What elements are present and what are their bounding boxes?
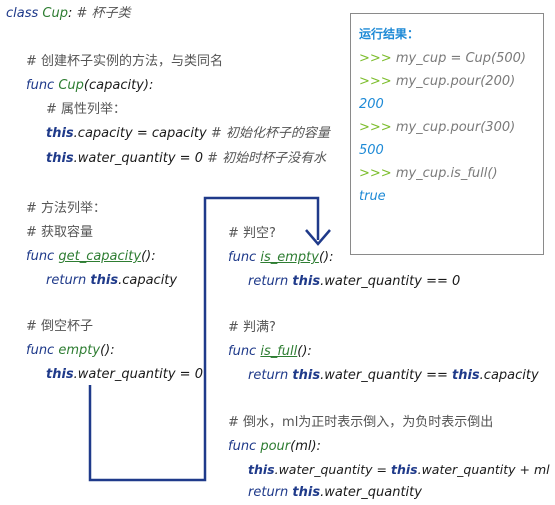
statement: .capacity <box>479 368 539 383</box>
pour-comment: # 倒水，ml为正时表示倒入，为负时表示倒出 <box>228 415 494 430</box>
prompt-marker: >>> <box>359 120 392 135</box>
is-empty-name: is_empty <box>260 250 319 265</box>
func-keyword: func <box>26 78 55 93</box>
pour-params: (ml): <box>290 439 321 454</box>
get-capacity-name: get_capacity <box>58 249 142 264</box>
attributes-comment: # 属性列举： <box>46 102 127 117</box>
get-capacity-comment: # 获取容量 <box>26 225 94 240</box>
result-line: >>> my_cup.pour(200) <box>359 74 515 90</box>
this-keyword: this <box>46 126 74 141</box>
statement: .water_quantity <box>320 485 422 500</box>
result-line: >>> my_cup.is_full() <box>359 166 498 182</box>
constructor-params: (capacity): <box>83 78 154 93</box>
return-keyword: return <box>248 368 289 383</box>
result-output: true <box>359 189 386 204</box>
is-full-comment: # 判满? <box>228 320 276 335</box>
is-full-signature: func is_full(): <box>228 344 312 360</box>
constructor-comment: # 创建杯子实例的方法，与类同名 <box>26 54 224 69</box>
func-keyword: func <box>228 344 257 359</box>
return-keyword: return <box>46 273 87 288</box>
result-command: my_cup = Cup(500) <box>391 51 526 66</box>
empty-body: this.water_quantity = 0 <box>46 367 203 383</box>
result-line: >>> my_cup.pour(300) <box>359 120 515 136</box>
result-command: my_cup.pour(300) <box>391 120 516 135</box>
is-empty-params: (): <box>318 250 334 265</box>
statement: .capacity <box>118 273 178 288</box>
statement: .capacity = capacity <box>73 126 211 141</box>
this-keyword: this <box>452 368 480 383</box>
this-keyword: this <box>248 462 275 477</box>
this-keyword: this <box>46 367 74 382</box>
inline-comment: # 初始时杯子没有水 <box>207 151 327 166</box>
class-declaration: class Cup: # 杯子类 <box>6 6 131 22</box>
func-keyword: func <box>228 439 257 454</box>
constructor-name: Cup <box>58 78 84 93</box>
class-name: Cup <box>42 6 68 21</box>
inline-comment: # 初始化杯子的容量 <box>210 126 330 141</box>
statement: .water_quantity = <box>274 462 391 477</box>
statement: .water_quantity = 0 <box>73 367 203 382</box>
constructor-signature: func Cup(capacity): <box>26 78 153 94</box>
is-empty-comment: # 判空? <box>228 226 276 241</box>
statement: .water_quantity = 0 <box>73 151 208 166</box>
get-capacity-body: return this.capacity <box>46 273 177 289</box>
class-colon: : <box>68 6 73 21</box>
this-keyword: this <box>390 462 418 477</box>
is-empty-body: return this.water_quantity == 0 <box>248 274 460 290</box>
statement: .water_quantity == 0 <box>320 274 461 289</box>
func-keyword: func <box>228 250 257 265</box>
result-command: my_cup.pour(200) <box>391 74 516 89</box>
is-full-params: (): <box>297 344 312 359</box>
result-box: 运行结果： >>> my_cup = Cup(500) >>> my_cup.p… <box>350 13 544 255</box>
statement: .water_quantity == <box>320 368 452 383</box>
statement: .water_quantity + ml <box>417 462 550 477</box>
constructor-body-line-1: this.capacity = capacity # 初始化杯子的容量 <box>46 126 330 142</box>
pour-body-line-1: this.water_quantity = this.water_quantit… <box>248 462 550 478</box>
flow-arrow-line <box>88 196 320 482</box>
func-keyword: func <box>26 249 55 264</box>
pour-signature: func pour(ml): <box>228 439 321 455</box>
prompt-marker: >>> <box>359 51 392 66</box>
result-output: 500 <box>359 143 384 158</box>
prompt-marker: >>> <box>359 166 392 181</box>
class-keyword: class <box>6 6 39 21</box>
methods-comment: # 方法列举： <box>26 201 107 216</box>
pour-body-line-2: return this.water_quantity <box>248 485 422 501</box>
result-output: 200 <box>359 97 384 112</box>
class-comment: # 杯子类 <box>76 6 131 21</box>
this-keyword: this <box>90 273 119 288</box>
arrow-head-icon <box>305 229 331 246</box>
empty-comment: # 倒空杯子 <box>26 319 94 334</box>
pour-name: pour <box>260 439 291 454</box>
return-keyword: return <box>248 274 289 289</box>
this-keyword: this <box>292 368 321 383</box>
empty-name: empty <box>58 343 101 358</box>
empty-params: (): <box>100 343 115 358</box>
return-keyword: return <box>248 485 289 500</box>
is-empty-signature: func is_empty(): <box>228 250 333 266</box>
result-line: >>> my_cup = Cup(500) <box>359 51 526 67</box>
result-title: 运行结果： <box>359 27 420 41</box>
is-full-name: is_full <box>260 344 298 359</box>
result-command: my_cup.is_full() <box>391 166 498 181</box>
constructor-body-line-2: this.water_quantity = 0 # 初始时杯子没有水 <box>46 151 326 167</box>
is-full-body: return this.water_quantity == this.capac… <box>248 368 539 384</box>
this-keyword: this <box>292 274 321 289</box>
empty-signature: func empty(): <box>26 343 115 359</box>
prompt-marker: >>> <box>359 74 392 89</box>
get-capacity-params: (): <box>141 249 156 264</box>
this-keyword: this <box>292 485 321 500</box>
func-keyword: func <box>26 343 55 358</box>
get-capacity-signature: func get_capacity(): <box>26 249 156 265</box>
this-keyword: this <box>46 151 74 166</box>
